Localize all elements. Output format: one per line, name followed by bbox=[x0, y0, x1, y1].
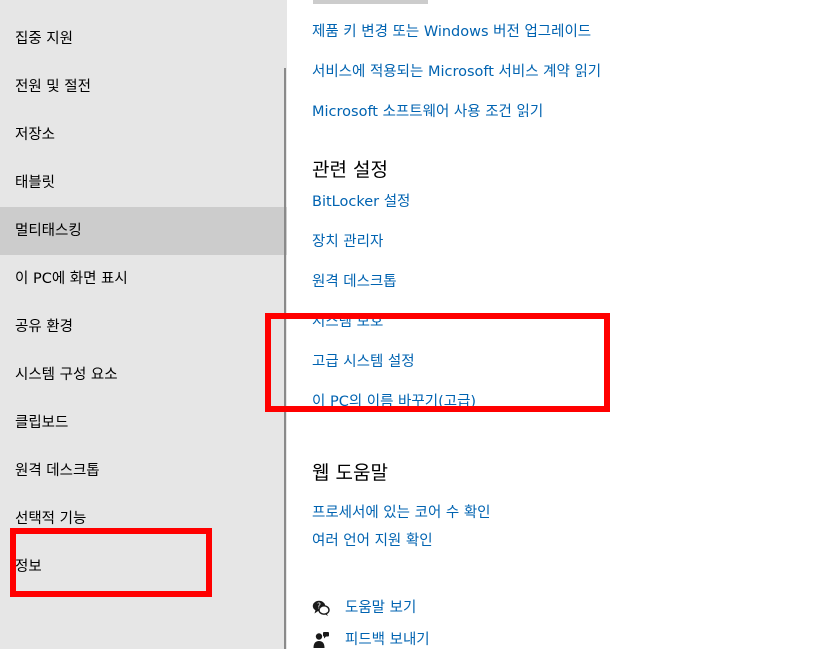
sidebar-item-tablet[interactable]: 태블릿 bbox=[0, 159, 287, 207]
link-bitlocker-settings[interactable]: BitLocker 설정 bbox=[312, 192, 410, 212]
link-rename-pc-advanced[interactable]: 이 PC의 이름 바꾸기(고급) bbox=[312, 392, 476, 412]
feedback-label[interactable]: 피드백 보내기 bbox=[345, 630, 430, 649]
svg-text:?: ? bbox=[317, 602, 321, 611]
get-help-label[interactable]: 도움말 보기 bbox=[345, 598, 416, 618]
scrolled-button-edge bbox=[313, 0, 428, 4]
sidebar-item-optional-features[interactable]: 선택적 기능 bbox=[0, 495, 287, 543]
link-service-agreement[interactable]: 서비스에 적용되는 Microsoft 서비스 계약 읽기 bbox=[312, 62, 601, 82]
sidebar-item-shared-experiences[interactable]: 공유 환경 bbox=[0, 303, 287, 351]
sidebar-item-remote-desktop[interactable]: 원격 데스크톱 bbox=[0, 447, 287, 495]
chat-help-icon: ? bbox=[312, 600, 330, 616]
link-advanced-system-settings[interactable]: 고급 시스템 설정 bbox=[312, 352, 415, 372]
link-remote-desktop[interactable]: 원격 데스크톱 bbox=[312, 272, 397, 292]
link-license-terms[interactable]: Microsoft 소프트웨어 사용 조건 읽기 bbox=[312, 102, 543, 122]
sidebar-item-multitasking[interactable]: 멀티태스킹 bbox=[0, 207, 287, 255]
feedback-row[interactable]: 피드백 보내기 bbox=[312, 630, 430, 649]
sidebar-item-storage[interactable]: 저장소 bbox=[0, 111, 287, 159]
link-language-support[interactable]: 여러 언어 지원 확인 bbox=[312, 531, 433, 551]
sidebar-item-clipboard[interactable]: 클립보드 bbox=[0, 399, 287, 447]
link-system-protection[interactable]: 시스템 보호 bbox=[312, 312, 383, 332]
sidebar-item-system-components[interactable]: 시스템 구성 요소 bbox=[0, 351, 287, 399]
sidebar-scrollbar[interactable] bbox=[284, 68, 286, 649]
related-settings-title: 관련 설정 bbox=[312, 159, 388, 181]
sidebar-item-power-sleep[interactable]: 전원 및 절전 bbox=[0, 63, 287, 111]
sidebar: 집중 지원 전원 및 절전 저장소 태블릿 멀티태스킹 이 PC에 화면 표시 … bbox=[0, 0, 287, 649]
feedback-icon bbox=[313, 632, 329, 648]
main-content: 제품 키 변경 또는 Windows 버전 업그레이드 서비스에 적용되는 Mi… bbox=[288, 0, 824, 649]
link-change-product-key[interactable]: 제품 키 변경 또는 Windows 버전 업그레이드 bbox=[312, 22, 591, 42]
get-help-row[interactable]: ? 도움말 보기 bbox=[312, 598, 416, 618]
settings-window: 집중 지원 전원 및 절전 저장소 태블릿 멀티태스킹 이 PC에 화면 표시 … bbox=[0, 0, 824, 649]
sidebar-item-project-to-pc[interactable]: 이 PC에 화면 표시 bbox=[0, 255, 287, 303]
link-processor-cores[interactable]: 프로세서에 있는 코어 수 확인 bbox=[312, 503, 491, 523]
web-help-title: 웹 도움말 bbox=[312, 462, 388, 484]
sidebar-item-focus-assist[interactable]: 집중 지원 bbox=[0, 15, 287, 63]
sidebar-item-about[interactable]: 정보 bbox=[0, 543, 287, 591]
link-device-manager[interactable]: 장치 관리자 bbox=[312, 232, 383, 252]
